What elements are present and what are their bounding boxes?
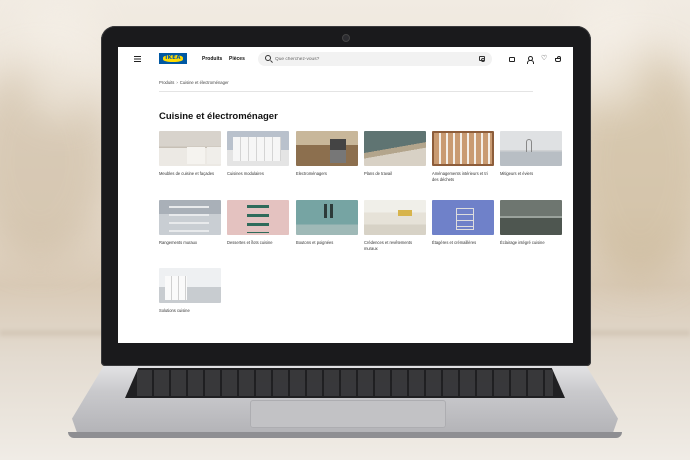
page-title: Cuisine et électroménager: [159, 111, 278, 122]
category-label[interactable]: Dessertes et îlots cuisine: [227, 240, 289, 246]
category-card[interactable]: Rangements muraux: [159, 200, 221, 246]
category-card[interactable]: Étagères et crémaillères: [432, 200, 494, 246]
category-card[interactable]: Solutions cuisine: [159, 268, 221, 314]
search-input[interactable]: [275, 54, 465, 64]
category-thumbnail[interactable]: [364, 200, 426, 235]
laptop-keyboard: [125, 368, 565, 398]
search-icon[interactable]: [265, 55, 271, 61]
breadcrumb-current[interactable]: Cuisine et électroménager: [180, 80, 229, 85]
breadcrumb-link-produits[interactable]: Produits: [159, 80, 174, 85]
category-thumbnail[interactable]: [227, 200, 289, 235]
category-card[interactable]: Mitigeurs et éviers: [500, 131, 562, 177]
category-card[interactable]: Electroménagers: [296, 131, 358, 177]
laptop-base-edge: [68, 432, 622, 438]
category-thumbnail[interactable]: [296, 200, 358, 235]
category-label[interactable]: Electroménagers: [296, 171, 358, 177]
category-label[interactable]: Boutons et poignées: [296, 240, 358, 246]
shopping-bag-icon[interactable]: [555, 56, 561, 62]
user-icon[interactable]: [526, 56, 534, 64]
camera-search-icon[interactable]: [479, 56, 485, 62]
category-thumbnail[interactable]: [364, 131, 426, 166]
nav-link-produits[interactable]: Produits: [202, 56, 222, 62]
category-label[interactable]: Cuisines modulaires: [227, 171, 289, 177]
category-thumbnail[interactable]: [500, 131, 562, 166]
category-label[interactable]: Aménagements intérieurs et tri des déche…: [432, 171, 494, 182]
breadcrumb: Produits › Cuisine et électroménager: [159, 80, 229, 85]
category-card[interactable]: Crédences et revêtements muraux: [364, 200, 426, 251]
ikea-logo[interactable]: IKEA: [159, 53, 187, 64]
category-label[interactable]: Étagères et crémaillères: [432, 240, 494, 246]
heart-icon[interactable]: ♡: [541, 55, 548, 62]
category-thumbnail[interactable]: [159, 268, 221, 303]
site-header: IKEA Produits Pièces ♡: [118, 47, 573, 71]
category-label[interactable]: Rangements muraux: [159, 240, 221, 246]
category-thumbnail[interactable]: [296, 131, 358, 166]
category-card[interactable]: Aménagements intérieurs et tri des déche…: [432, 131, 494, 182]
keyboard-keys: [137, 370, 553, 396]
category-card[interactable]: Cuisines modulaires: [227, 131, 289, 177]
category-card[interactable]: Meubles de cuisine et façades: [159, 131, 221, 177]
hamburger-menu-icon[interactable]: [134, 56, 141, 62]
category-thumbnail[interactable]: [227, 131, 289, 166]
nav-link-pieces[interactable]: Pièces: [229, 56, 245, 62]
search-bar[interactable]: [258, 52, 492, 66]
webcam-icon: [342, 34, 350, 42]
category-label[interactable]: Meubles de cuisine et façades: [159, 171, 221, 177]
category-thumbnail[interactable]: [432, 131, 494, 166]
laptop-lid: IKEA Produits Pièces ♡ Produits›Cuisine …: [101, 26, 591, 366]
category-card[interactable]: Dessertes et îlots cuisine: [227, 200, 289, 246]
category-card[interactable]: Boutons et poignées: [296, 200, 358, 246]
divider: [159, 91, 533, 92]
category-thumbnail[interactable]: [159, 131, 221, 166]
category-card[interactable]: Plans de travail: [364, 131, 426, 177]
category-label[interactable]: Plans de travail: [364, 171, 426, 177]
category-label[interactable]: Mitigeurs et éviers: [500, 171, 562, 177]
breadcrumb-separator: ›: [176, 80, 178, 85]
category-card[interactable]: Éclairage intégré cuisine: [500, 200, 562, 246]
browser-viewport: IKEA Produits Pièces ♡ Produits›Cuisine …: [118, 47, 573, 343]
logo-text: IKEA: [163, 55, 183, 62]
category-thumbnail[interactable]: [500, 200, 562, 235]
category-thumbnail[interactable]: [432, 200, 494, 235]
truck-icon[interactable]: [509, 57, 515, 62]
background-window-light: [20, 0, 100, 120]
category-thumbnail[interactable]: [159, 200, 221, 235]
category-label[interactable]: Solutions cuisine: [159, 308, 221, 314]
category-label[interactable]: Éclairage intégré cuisine: [500, 240, 562, 246]
laptop-trackpad: [250, 400, 446, 428]
category-label[interactable]: Crédences et revêtements muraux: [364, 240, 426, 251]
